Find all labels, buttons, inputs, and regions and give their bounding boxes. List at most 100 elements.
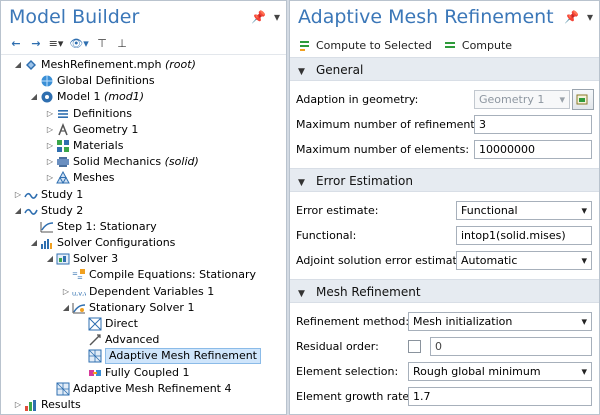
tree-item[interactable]: Direct [1, 316, 286, 332]
tree-item-label: Adaptive Mesh Refinement [105, 348, 261, 365]
adaption-geometry-select[interactable]: Geometry 1 [474, 90, 570, 109]
mesh-refinement-section-header[interactable]: ▼ Mesh Refinement [290, 279, 599, 303]
refinement-method-row: Refinement method: Mesh initialization [290, 309, 599, 334]
model-builder-toolbar: ← → ≡▾ 👁▾ ⊤ ⊥ [1, 33, 286, 55]
tree-item[interactable]: ▷ Study 1 [1, 187, 286, 203]
settings-title: Adaptive Mesh Refinement 📌 ▾ [290, 1, 599, 33]
adaptive-mesh-icon [56, 382, 70, 396]
general-section-header[interactable]: ▼ General [290, 57, 599, 81]
materials-icon [56, 139, 70, 153]
tree-item[interactable]: Fully Coupled 1 [1, 365, 286, 381]
tree-item-tag: (mod1) [100, 90, 145, 104]
tree-item[interactable]: Step 1: Stationary [1, 219, 286, 235]
tree-item[interactable]: ◢ Study 2 [1, 203, 286, 219]
geometry-icon [56, 122, 70, 137]
tree-item[interactable]: ▷ Materials [1, 138, 286, 154]
expand-all-icon[interactable]: ⊥ [115, 37, 129, 51]
tree-item[interactable]: Global Definitions [1, 73, 286, 89]
functional-input[interactable]: intop1(solid.mises) [456, 226, 592, 245]
tree-item-label: Dependent Variables 1 [89, 284, 214, 300]
pin-icon[interactable]: 📌 [251, 1, 266, 33]
tree-item-text: Dependent Variables 1 [89, 284, 215, 298]
collapse-arrow-icon[interactable]: ◢ [29, 235, 39, 251]
collapse-arrow-icon[interactable]: ◢ [29, 89, 39, 105]
expand-arrow-icon[interactable]: ▷ [61, 284, 71, 300]
collapse-arrow-icon: ▼ [298, 289, 305, 299]
error-estimation-section-header[interactable]: ▼ Error Estimation [290, 168, 599, 192]
pane-menu-icon[interactable]: ▾ [274, 1, 280, 33]
tree-item-text: Meshes [73, 171, 115, 185]
forward-arrow-icon[interactable]: → [29, 37, 43, 51]
expand-arrow-icon[interactable]: ▷ [45, 154, 55, 170]
tree-item[interactable]: ◢ Solver Configurations [1, 235, 286, 251]
residual-order-row: Residual order: 0 [290, 334, 599, 359]
expand-arrow-icon[interactable]: ▷ [45, 138, 55, 154]
show-icon[interactable]: 👁▾ [69, 37, 89, 51]
collapse-arrow-icon: ▼ [298, 178, 305, 188]
collapse-arrow-icon[interactable]: ◢ [45, 251, 55, 267]
max-refinements-input[interactable]: 3 [474, 115, 592, 134]
tree-item-text: Definitions [73, 106, 132, 120]
dependent-variables-icon: u,v,w [72, 285, 86, 299]
tree-item-label: Fully Coupled 1 [105, 365, 189, 381]
tree-item-text: Solver 3 [73, 252, 119, 266]
tree-item[interactable]: ◢ Solver 3 [1, 251, 286, 267]
go-to-source-button[interactable] [572, 89, 594, 110]
error-estimate-row: Error estimate: Functional [290, 198, 599, 223]
collapse-arrow-icon[interactable]: ◢ [13, 203, 23, 219]
tree-item-label: Study 1 [41, 187, 83, 203]
tree-item[interactable]: ▷u,v,wDependent Variables 1 [1, 284, 286, 300]
tree-item-text: Study 1 [41, 187, 84, 201]
expand-arrow-icon[interactable]: ▷ [13, 397, 23, 413]
tree-item[interactable]: ◢ Stationary Solver 1 [1, 300, 286, 316]
tree-item-text: Advanced [105, 333, 160, 347]
tree-item[interactable]: ◢ MeshRefinement.mph (root) [1, 57, 286, 73]
expand-arrow-icon[interactable]: ▷ [13, 187, 23, 203]
pane-menu-icon[interactable]: ▾ [587, 1, 593, 33]
adjoint-select[interactable]: Automatic [456, 251, 592, 270]
tree-item[interactable]: = = Compile Equations: Stationary [1, 267, 286, 283]
stationary-solver-icon [72, 301, 86, 315]
tree-item-label: MeshRefinement.mph (root) [41, 57, 196, 73]
settings-toolbar: Compute to Selected Compute [290, 33, 599, 57]
tree-item-label: Results [41, 397, 81, 413]
growth-rate-input[interactable]: 1.7 [408, 387, 592, 406]
tree-item[interactable]: ▷ Results [1, 397, 286, 413]
tree-item[interactable]: ▷ Solid Mechanics (solid) [1, 154, 286, 170]
max-elements-input[interactable]: 10000000 [474, 140, 592, 159]
element-selection-select[interactable]: Rough global minimum [408, 362, 592, 381]
tree-item[interactable]: Adaptive Mesh Refinement 4 [1, 381, 286, 397]
tree-item[interactable]: ▷ Geometry 1 [1, 122, 286, 138]
tree-item[interactable]: Advanced [1, 332, 286, 348]
back-arrow-icon[interactable]: ← [9, 37, 23, 51]
tree-item-label: Solver 3 [73, 251, 118, 267]
expand-arrow-icon[interactable]: ▷ [45, 106, 55, 122]
tree-item-label: Advanced [105, 332, 159, 348]
collapse-all-icon[interactable]: ⊤ [95, 37, 109, 51]
tree-item-tag: (solid) [161, 155, 199, 169]
growth-rate-row: Element growth rate: 1.7 [290, 384, 599, 409]
refinement-method-select[interactable]: Mesh initialization [408, 312, 592, 331]
tree-item-label: Model 1 (mod1) [57, 89, 144, 105]
stationary-step-icon [40, 220, 54, 234]
pin-icon[interactable]: 📌 [564, 1, 579, 33]
results-icon [24, 398, 38, 412]
tree-item[interactable]: ▷ Definitions [1, 106, 286, 122]
study-icon [24, 204, 38, 218]
collapse-arrow-icon[interactable]: ◢ [61, 300, 71, 316]
tree-item[interactable]: ◢ Model 1 (mod1) [1, 89, 286, 105]
study-icon [24, 188, 38, 202]
tree-item[interactable]: ▷ Meshes [1, 170, 286, 186]
tree-item-text: Fully Coupled 1 [105, 365, 190, 379]
collapse-arrow-icon[interactable]: ◢ [13, 57, 23, 73]
compute-button[interactable]: Compute [444, 38, 512, 52]
tree-item[interactable]: Adaptive Mesh Refinement [1, 348, 286, 365]
error-estimate-select[interactable]: Functional [456, 201, 592, 220]
expand-arrow-icon[interactable]: ▷ [45, 170, 55, 186]
svg-text:=: = [77, 274, 83, 282]
list-view-icon[interactable]: ≡▾ [49, 37, 64, 51]
compute-to-selected-button[interactable]: Compute to Selected [298, 38, 432, 52]
residual-order-checkbox[interactable] [408, 340, 421, 353]
residual-order-input[interactable]: 0 [430, 337, 592, 356]
expand-arrow-icon[interactable]: ▷ [45, 122, 55, 138]
